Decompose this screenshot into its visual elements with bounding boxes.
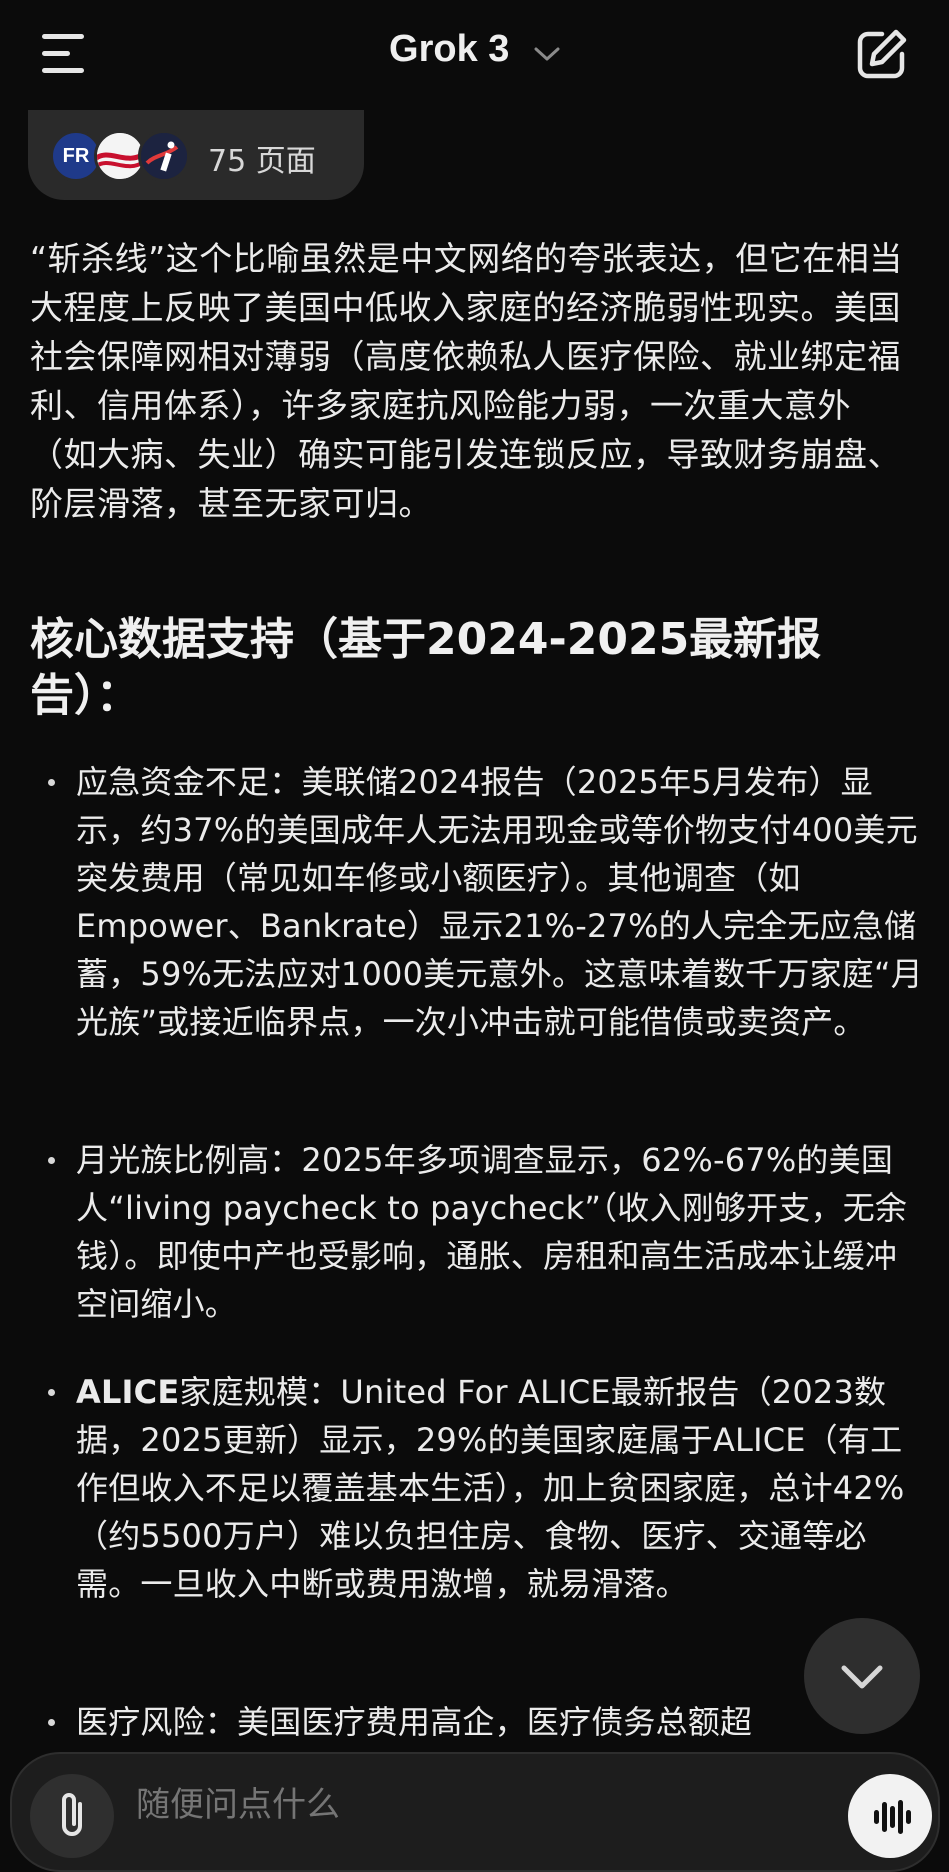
section-heading: 核心数据支持（基于2024-2025最新报告）： [30, 614, 822, 721]
message-input[interactable] [134, 1784, 738, 1826]
paperclip-icon [62, 1793, 82, 1836]
intro-paragraph: “斩杀线”这个比喻虽然是中文网络的夸张表达，但它在相当大程度上反映了美国中低收入… [30, 239, 903, 523]
source-favicon [138, 130, 190, 182]
bullet-dot [48, 779, 55, 786]
list-item-text: 月光族比例高：2025年多项调查显示，62%-67%的美国人“living pa… [76, 1141, 908, 1323]
list-item-lead: ALICE [76, 1373, 180, 1411]
list-item-text: 医疗风险：美国医疗费用高企，医疗债务总额超 [76, 1703, 753, 1741]
voice-wave-icon [874, 1800, 911, 1834]
bullet-dot [48, 1157, 55, 1164]
voice-button[interactable] [848, 1774, 932, 1858]
top-bar: Grok 3 [0, 0, 949, 108]
sources-count: 75 页面 [208, 144, 316, 179]
edit-icon[interactable] [854, 26, 910, 82]
sources-button[interactable]: FR 75 页面 [28, 110, 364, 200]
chevron-down-icon [534, 29, 560, 72]
attach-button[interactable] [30, 1774, 114, 1858]
list-item-text: ALICE家庭规模：United For ALICE最新报告（2023数据，20… [76, 1368, 928, 1608]
list-item-body: 家庭规模：United For ALICE最新报告（2023数据，2025更新）… [76, 1373, 905, 1603]
composer-bar [10, 1752, 940, 1872]
bullet-dot [48, 1719, 55, 1726]
scroll-to-bottom-button[interactable] [804, 1618, 920, 1734]
list-item-text: 应急资金不足：美联储2024报告（2025年5月发布）显示，约37%的美国成年人… [76, 763, 923, 1041]
model-selector[interactable]: Grok 3 [0, 28, 949, 72]
bullet-dot [48, 1389, 55, 1396]
chevron-down-icon [841, 1665, 883, 1689]
model-title: Grok 3 [389, 28, 510, 70]
